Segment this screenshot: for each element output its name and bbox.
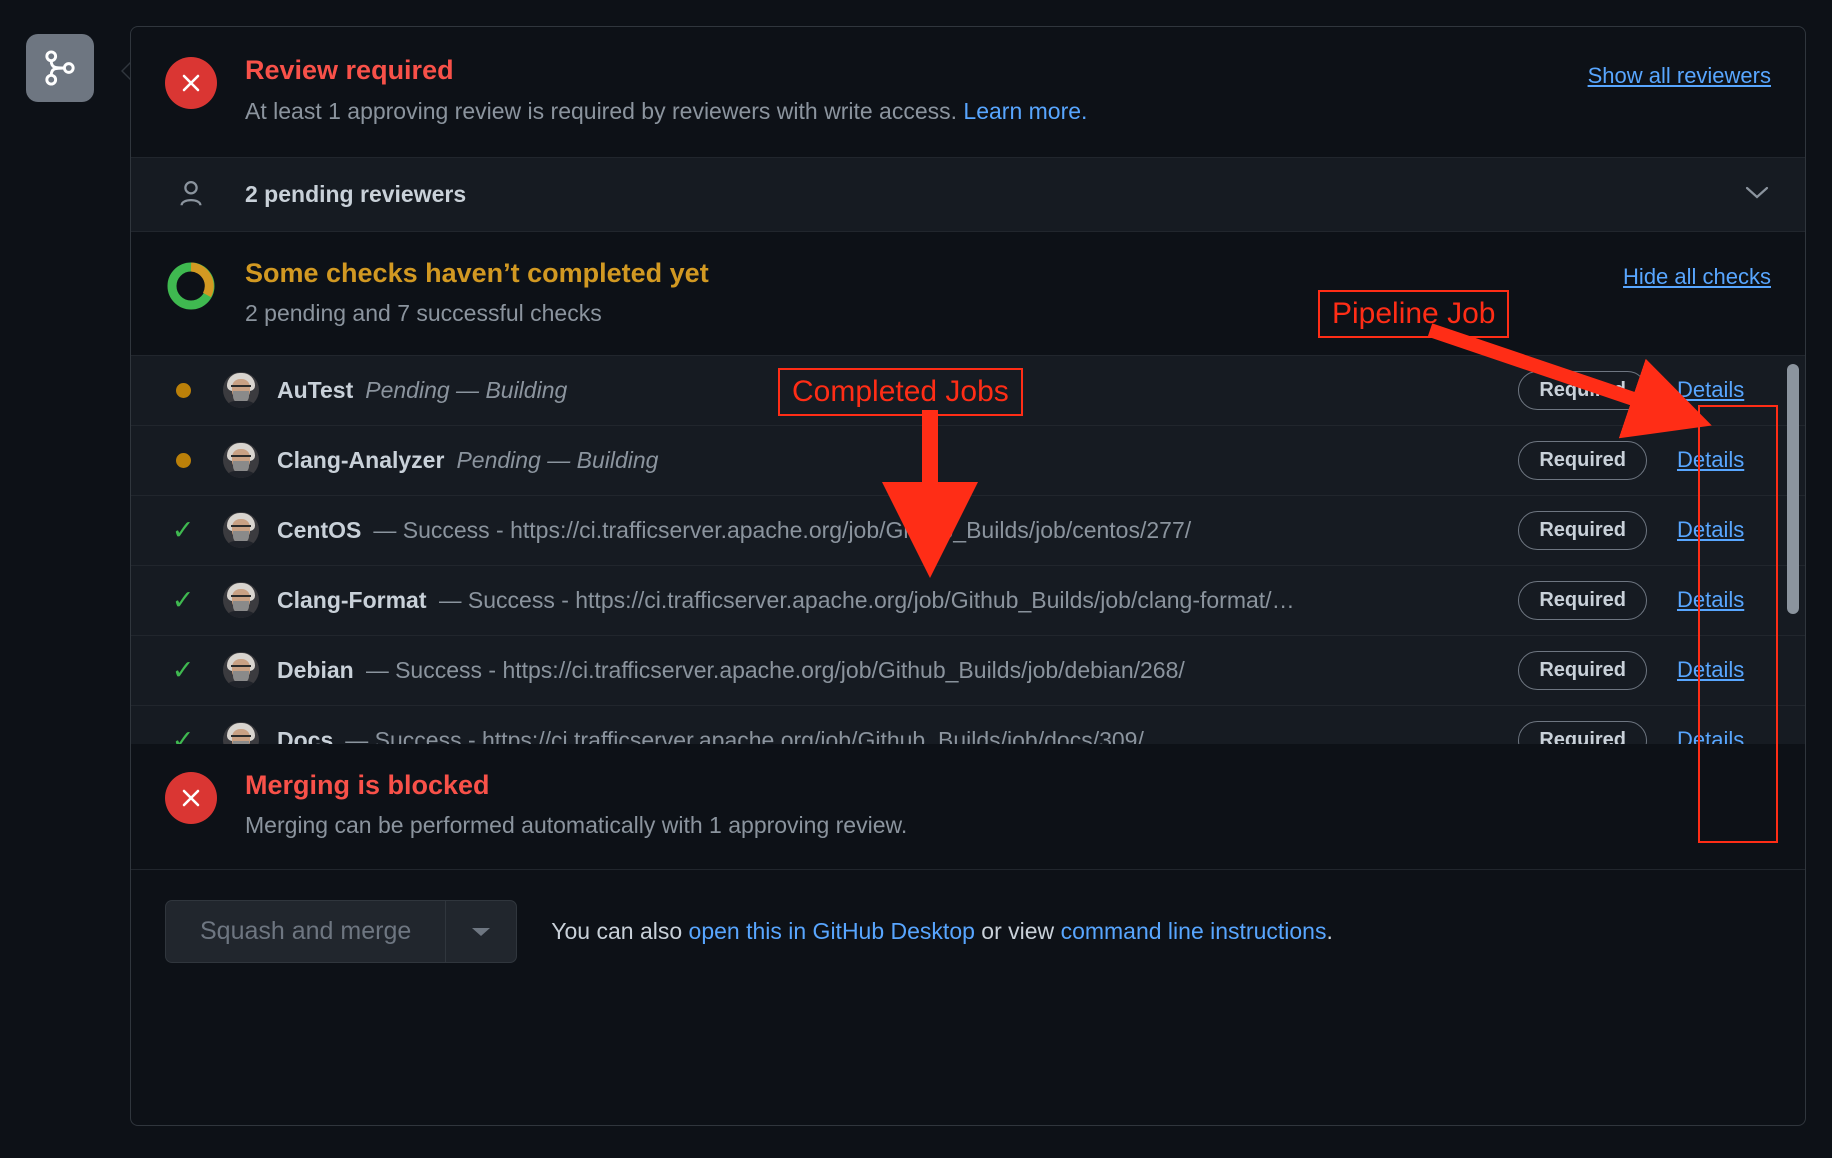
pending-dot-icon — [165, 452, 201, 468]
check-name: Clang-Format — [277, 586, 427, 613]
git-merge-icon — [42, 49, 78, 87]
check-description: — Success - https://ci.trafficserver.apa… — [365, 656, 1185, 683]
review-required-subtitle-text: At least 1 approving review is required … — [245, 98, 964, 125]
open-in-github-desktop-link[interactable]: open this in GitHub Desktop — [689, 918, 975, 944]
annotation-pipeline-job: Pipeline Job — [1318, 290, 1510, 338]
pending-dot-icon — [165, 382, 201, 398]
avatar — [223, 512, 259, 549]
pull-request-merge-panel: Review required At least 1 approving rev… — [0, 0, 1832, 1158]
check-row[interactable]: ✓ Docs — Success - https://ci.trafficserve… — [131, 705, 1805, 744]
check-success-icon: ✓ — [171, 584, 195, 615]
required-badge: Required — [1518, 370, 1647, 410]
annotation-completed-jobs: Completed Jobs — [778, 368, 1023, 416]
command-line-instructions-link[interactable]: command line instructions — [1061, 918, 1327, 944]
avatar — [223, 722, 259, 744]
check-description: — Success - https://ci.trafficserver.apa… — [373, 516, 1192, 543]
pending-reviewers-section[interactable]: 2 pending reviewers — [131, 157, 1805, 232]
review-required-subtitle: At least 1 approving review is required … — [245, 97, 1568, 127]
merging-blocked-title: Merging is blocked — [245, 769, 490, 800]
squash-and-merge-button[interactable]: Squash and merge — [165, 900, 446, 964]
checks-title: Some checks haven’t completed yet — [245, 257, 709, 288]
footer-text-2: or view — [974, 918, 1061, 945]
footer-help-text: You can also open this in GitHub Desktop… — [551, 918, 1333, 945]
check-row[interactable]: ✓ Clang-Format — Success - https://ci.traf… — [131, 565, 1805, 636]
chevron-down-icon[interactable] — [1743, 183, 1771, 206]
check-row[interactable]: ✓ CentOS — Success - https://ci.trafficser… — [131, 495, 1805, 566]
annotation-details-column-outline — [1698, 405, 1778, 843]
check-description: Pending — Building — [456, 446, 659, 473]
avatar — [223, 372, 259, 409]
merge-actions-footer: Squash and merge You can also open this … — [131, 870, 1805, 993]
check-name: Clang-Analyzer — [277, 446, 445, 473]
donut-progress-icon — [165, 260, 217, 312]
learn-more-link[interactable]: Learn more. — [963, 98, 1087, 124]
x-circle-icon — [165, 57, 217, 109]
merge-options-chevron-down-icon[interactable] — [445, 900, 518, 964]
details-link[interactable]: Details — [1677, 377, 1771, 403]
check-row[interactable]: Clang-Analyzer Pending — Building Required… — [131, 425, 1805, 496]
x-circle-icon — [165, 771, 217, 824]
review-required-title: Review required — [245, 55, 454, 85]
check-description: — Success - https://ci.trafficserver.apa… — [345, 726, 1144, 744]
required-badge: Required — [1518, 720, 1647, 744]
footer-text-1: You can also — [551, 918, 689, 945]
check-name: Debian — [277, 656, 354, 683]
avatar — [223, 582, 259, 619]
footer-text-3: . — [1326, 918, 1333, 945]
merging-blocked-subtitle: Merging can be performed automatically w… — [245, 812, 908, 839]
check-success-icon: ✓ — [171, 514, 195, 545]
check-row[interactable]: ✓ Debian — Success - https://ci.trafficser… — [131, 635, 1805, 706]
required-badge: Required — [1518, 650, 1647, 690]
required-badge: Required — [1518, 510, 1647, 550]
required-badge: Required — [1518, 580, 1647, 620]
check-success-icon: ✓ — [171, 724, 195, 744]
pending-reviewers-label: 2 pending reviewers — [245, 180, 467, 207]
avatar — [223, 442, 259, 479]
check-name: CentOS — [277, 516, 362, 543]
checks-scrollbar-thumb[interactable] — [1787, 363, 1799, 614]
merging-blocked-section: Merging is blocked Merging can be perfor… — [131, 744, 1805, 871]
required-badge: Required — [1518, 440, 1647, 480]
show-all-reviewers-link[interactable]: Show all reviewers — [1588, 63, 1771, 89]
git-merge-icon-badge — [26, 34, 94, 102]
check-success-icon: ✓ — [171, 654, 195, 685]
hide-all-checks-link[interactable]: Hide all checks — [1623, 264, 1771, 290]
merge-status-box: Review required At least 1 approving rev… — [130, 26, 1806, 1126]
review-required-section: Review required At least 1 approving rev… — [131, 27, 1805, 158]
check-description: — Success - https://ci.trafficserver.apa… — [438, 586, 1295, 613]
check-name: Docs — [277, 726, 334, 744]
merge-button-group[interactable]: Squash and merge — [165, 900, 518, 964]
person-icon — [165, 179, 217, 209]
checks-header-section: Some checks haven’t completed yet 2 pend… — [131, 232, 1805, 356]
check-name: AuTest — [277, 376, 354, 403]
avatar — [223, 652, 259, 689]
